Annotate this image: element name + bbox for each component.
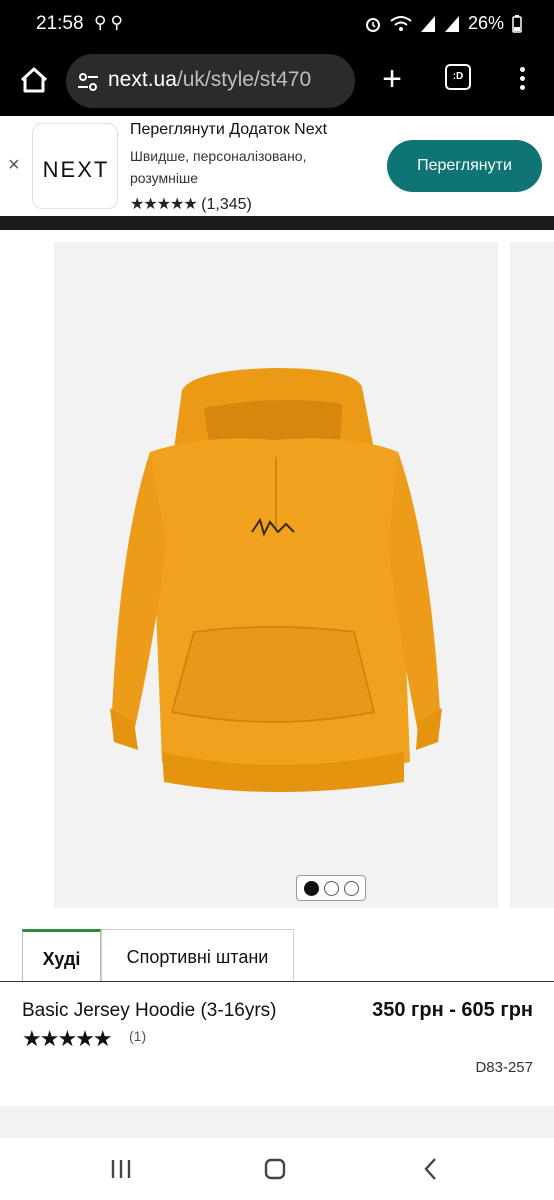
next-app-logo: NEXT: [32, 123, 118, 209]
product-price: 350 грн - 605 грн: [372, 999, 533, 1021]
alarm-icon: [365, 17, 380, 32]
view-app-button[interactable]: Переглянути: [387, 140, 542, 192]
header-divider: [0, 216, 554, 230]
status-time: 21:58: [36, 13, 84, 34]
gallery-pagination[interactable]: [296, 875, 366, 901]
more-icon-dot: [519, 76, 525, 81]
banner-subtitle: Швидше, персоналізовано, розумніше: [130, 148, 307, 186]
notification-icons: ⚲⚲: [94, 13, 127, 32]
close-icon[interactable]: ×: [8, 154, 20, 177]
rating-stars: ★★★★★: [130, 196, 198, 213]
home-icon: [20, 67, 48, 93]
banner-rating: ★★★★★ (1,345): [130, 194, 252, 214]
home-button[interactable]: [14, 60, 54, 100]
recent-apps-button[interactable]: [104, 1152, 138, 1186]
browser-toolbar: next.ua/uk/style/st470 + :D: [0, 48, 554, 116]
next-product-image-peek[interactable]: [510, 242, 554, 908]
signal-icon-2: [444, 15, 459, 32]
logo-text: NEXT: [42, 157, 110, 182]
signal-icon: [420, 15, 435, 32]
tab-hoodie[interactable]: Худі: [22, 929, 101, 981]
product-image[interactable]: [54, 242, 498, 908]
product-rating-count[interactable]: (1): [129, 1028, 146, 1044]
status-bar: 21:58 ⚲⚲ 26%: [0, 0, 554, 48]
recent-apps-icon: [111, 1160, 131, 1178]
hoodie-image: [110, 368, 442, 792]
plus-icon: +: [382, 60, 402, 98]
product-rating-stars[interactable]: ★★★★★: [22, 1026, 113, 1052]
product-code: D83-257: [475, 1059, 533, 1076]
gallery-dot[interactable]: [343, 880, 359, 896]
url-host: next.ua: [108, 68, 177, 91]
more-icon-dot: [519, 67, 525, 72]
product-type-tabs: Худі Спортивні штани: [0, 928, 554, 982]
back-button[interactable]: [414, 1152, 448, 1186]
tab-sweatpants[interactable]: Спортивні штани: [101, 929, 294, 981]
gallery-dot[interactable]: [323, 880, 339, 896]
url-path: /uk/style/st470: [176, 68, 312, 91]
product-info: Basic Jersey Hoodie (3-16yrs) ★★★★★ (1) …: [0, 982, 554, 1104]
product-gallery[interactable]: [0, 230, 554, 920]
battery-icon: [512, 14, 522, 33]
status-right: 26%: [364, 13, 522, 34]
banner-title: Переглянути Додаток Next: [130, 121, 328, 138]
back-icon: [424, 1158, 436, 1180]
section-divider: [0, 1106, 554, 1138]
home-nav-button[interactable]: [258, 1152, 292, 1186]
browser-menu-button[interactable]: [510, 64, 534, 100]
tab-switcher-button[interactable]: :D: [445, 64, 471, 90]
wifi-icon: [390, 15, 412, 31]
site-settings-icon[interactable]: [76, 70, 100, 94]
address-bar[interactable]: next.ua/uk/style/st470: [66, 54, 355, 108]
more-icon-dot: [519, 85, 525, 90]
url-text[interactable]: next.ua/uk/style/st470: [108, 68, 311, 92]
system-navigation-bar: [0, 1138, 554, 1200]
gallery-dot[interactable]: [303, 880, 319, 896]
rating-count: (1,345): [201, 196, 252, 213]
home-nav-icon: [264, 1158, 286, 1180]
app-install-banner: × NEXT Переглянути Додаток Next Швидше, …: [0, 116, 554, 216]
battery-percent: 26%: [467, 13, 504, 33]
product-title[interactable]: Basic Jersey Hoodie (3-16yrs): [22, 1000, 276, 1022]
new-tab-button[interactable]: +: [372, 60, 412, 100]
